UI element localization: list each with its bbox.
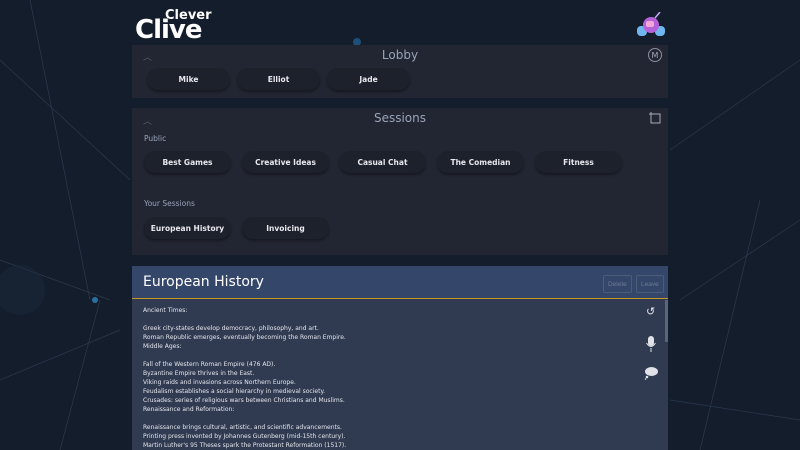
public-session[interactable]: Casual Chat — [339, 151, 426, 173]
content-line: Renaissance and Reformation: — [143, 406, 235, 413]
public-session[interactable]: The Comedian — [437, 151, 524, 173]
lobby-title: Lobby — [381, 48, 419, 62]
user-avatar-button[interactable]: M — [648, 48, 662, 62]
delete-button[interactable]: Delete — [603, 275, 632, 293]
content-line — [143, 315, 346, 324]
sessions-title: Sessions — [373, 111, 427, 125]
logo-text-bottom: Clive — [135, 15, 202, 45]
content-line: Printing press invented by Johannes Gute… — [143, 433, 346, 440]
session-panel: European History Delete Leave Ancient Ti… — [132, 266, 668, 450]
content-line: Greek city-states develop democracy, phi… — [143, 325, 319, 332]
content-line: Byzantine Empire thrives in the East. — [143, 370, 255, 377]
public-label: Public — [144, 134, 167, 143]
content-line: Middle Ages: — [143, 343, 182, 350]
public-session[interactable]: Fitness — [535, 151, 622, 173]
lobby-member[interactable]: Elliot — [237, 68, 320, 90]
clever-clive-logo[interactable]: Clever Clive — [135, 8, 212, 45]
content-line: Martin Luther's 95 Theses spark the Prot… — [143, 442, 347, 449]
your-session[interactable]: European History — [144, 217, 231, 239]
new-session-icon[interactable] — [648, 111, 662, 125]
lobby-member[interactable]: Jade — [327, 68, 410, 90]
content-line — [143, 351, 346, 360]
public-session[interactable]: Best Games — [144, 151, 231, 173]
scrollbar[interactable] — [665, 300, 668, 342]
lobby-member[interactable]: Mike — [147, 68, 230, 90]
content-line: Fall of the Western Roman Empire (476 AD… — [143, 361, 276, 368]
refresh-icon[interactable]: ↺ — [646, 305, 655, 318]
microphone-icon[interactable] — [646, 336, 656, 352]
content-line: Renaissance brings cultural, artistic, a… — [143, 424, 342, 431]
your-sessions-label: Your Sessions — [144, 199, 195, 208]
content-line: Ancient Times: — [143, 307, 188, 314]
your-session[interactable]: Invoicing — [242, 217, 329, 239]
session-header: European History Delete Leave — [132, 266, 668, 299]
content-line: Feudalism establishes a social hierarchy… — [143, 388, 326, 395]
session-content: Ancient Times: Greek city-states develop … — [143, 306, 346, 450]
chat-bubble-icon[interactable] — [644, 366, 658, 380]
session-title: European History — [143, 274, 264, 290]
content-line: Viking raids and invasions across Northe… — [143, 379, 296, 386]
sessions-panel: ︿ Sessions Public Best Games Creative Id… — [132, 108, 668, 255]
lobby-panel: ︿ Lobby M Mike Elliot Jade — [132, 45, 668, 98]
public-session[interactable]: Creative Ideas — [242, 151, 329, 173]
content-line: Roman Republic emerges, eventually becom… — [143, 334, 346, 341]
leave-button[interactable]: Leave — [636, 275, 664, 293]
content-line: Crusades: series of religious wars betwe… — [143, 397, 345, 404]
robot-avatar-icon[interactable] — [636, 12, 666, 38]
content-line — [143, 414, 346, 423]
